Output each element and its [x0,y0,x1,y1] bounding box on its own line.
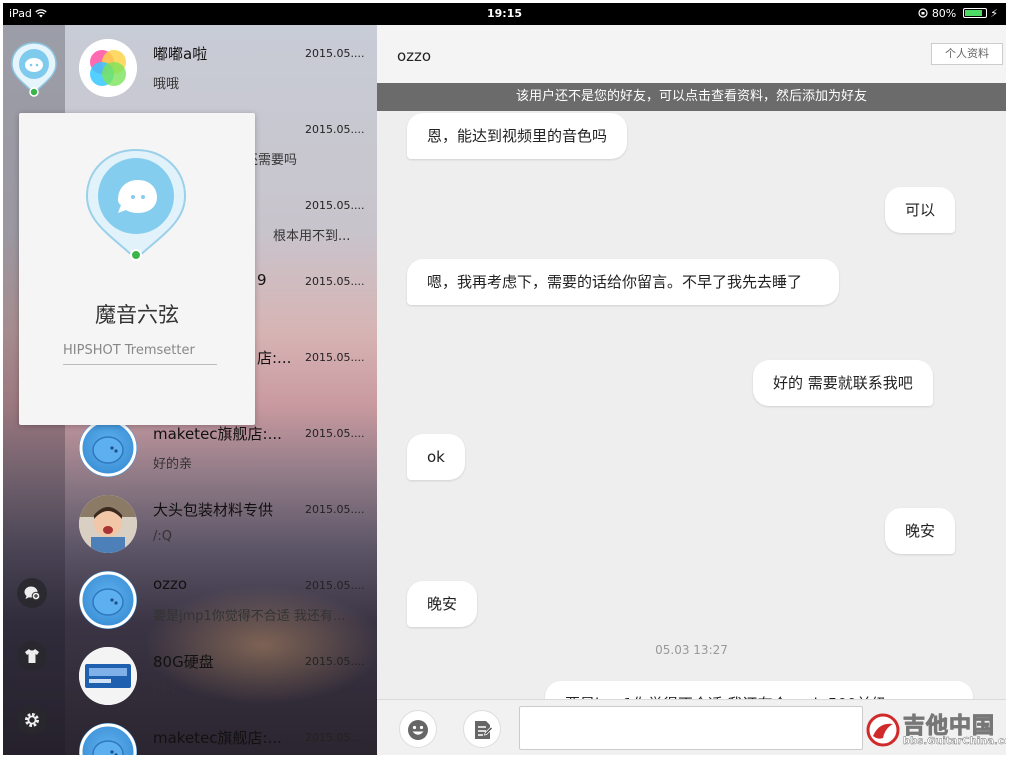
conversation-date: 2015.05.... [305,351,365,364]
conversation-name: 80G硬盘 [153,653,214,671]
message-incoming: ok [407,434,465,480]
conversation-item[interactable]: 大头包装材料专供 2015.05.... /:Q [65,483,377,559]
conversation-date: 2015.05.... [305,47,365,60]
battery-percent: 80% [931,7,957,20]
conversation-date: 2015.05.... [305,275,365,288]
charging-icon: ⚡ [990,7,998,20]
conversation-preview: 还需要吗 [245,153,298,168]
conversation-name: ozzo [153,575,188,593]
conversation-preview: 根本用不到... [273,229,351,244]
watermark-url: bbs.GuitarChina.com [903,736,1006,747]
conversation-date: 2015.05.... [305,579,365,592]
add-friend-icon[interactable] [17,578,47,608]
ipad-screen: iPad 19:15 80% ⚡ 嘟嘟a啦 2015.05.... 哦哦 201… [3,3,1006,755]
rotation-lock-icon [918,7,932,20]
message-incoming: 晚安 [407,581,478,627]
conversation-name: maketec旗舰店:... [153,425,282,443]
conversation-name: 嘟嘟a啦 [153,45,208,63]
chat-pane: ozzo 个人资料 该用户还不是您的好友，可以点击查看资料，然后添加为好友 恩，… [377,25,1006,755]
message-input[interactable] [519,706,863,750]
conversation-date: 2015.05.... [305,199,365,212]
conversation-preview: 好的亲 [153,457,193,472]
battery-icon [962,8,987,18]
more-options-icon[interactable] [463,710,501,748]
conversation-date: 2015.05.... [305,731,365,744]
status-right: 80% ⚡ [918,7,998,20]
not-friend-notice[interactable]: 该用户还不是您的好友，可以点击查看资料，然后添加为好友 [377,83,1006,111]
profile-popup: 魔音六弦 HIPSHOT Tremsetter [19,113,255,425]
conversation-item[interactable]: maketec旗舰店:... 2015.05.... [65,711,377,755]
conversation-item[interactable]: 嘟嘟a啦 2015.05.... 哦哦 [65,27,377,103]
conversation-name: 9 [257,271,267,289]
hard-drive-photo [79,647,137,705]
my-avatar-button[interactable] [10,41,58,99]
conversation-date: 2015.05.... [305,503,365,516]
conversation-preview: /:)-( [153,681,177,696]
conversation-date: 2015.05.... [305,123,365,136]
message-outgoing: 可以 [885,187,956,233]
message-timestamp: 05.03 13:27 [655,643,728,657]
guitar-logo-icon [865,712,901,752]
conversation-name: 店:... [257,349,292,367]
message-incoming: 嗯，我再考虑下，需要的话给你留言。不早了我先去睡了 [407,259,839,305]
site-watermark: 吉他中国 bbs.GuitarChina.com [863,708,1006,752]
chat-title: ozzo [397,47,432,65]
emoji-icon[interactable] [399,710,437,748]
profile-signature[interactable]: HIPSHOT Tremsetter [63,343,217,365]
chat-header: ozzo 个人资料 [377,25,1006,83]
qq-default-avatar [79,571,137,629]
message-incoming: 恩，能达到视频里的音色吗 [407,113,628,159]
profile-button[interactable]: 个人资料 [931,43,1003,65]
message-outgoing: 晚安 [885,508,956,554]
qq-default-avatar [79,723,137,755]
conversation-item[interactable]: ozzo 2015.05.... 要是jmp1你觉得不合适 我还有... [65,559,377,635]
conversation-preview: 哦哦 [153,77,180,92]
conversation-item[interactable]: 80G硬盘 2015.05.... /:)-( [65,635,377,711]
game-center-icon [79,39,137,97]
conversation-date: 2015.05.... [305,655,365,668]
shirt-icon[interactable] [17,641,47,671]
crying-child-photo [79,495,137,553]
clock: 19:15 [486,7,522,20]
qq-default-avatar [79,419,137,477]
message-outgoing: 好的 需要就联系我吧 [753,360,933,406]
profile-nickname: 魔音六弦 [95,303,179,327]
conversation-name: maketec旗舰店:... [153,729,282,747]
conversation-preview: 要是jmp1你觉得不合适 我还有... [153,609,346,624]
conversation-date: 2015.05.... [305,427,365,440]
settings-gear-icon[interactable] [17,705,47,735]
status-bar: iPad 19:15 80% ⚡ [3,3,1006,25]
conversation-name: 大头包装材料专供 [153,501,274,519]
profile-avatar[interactable] [83,147,189,267]
conversation-preview: /:Q [153,529,172,544]
